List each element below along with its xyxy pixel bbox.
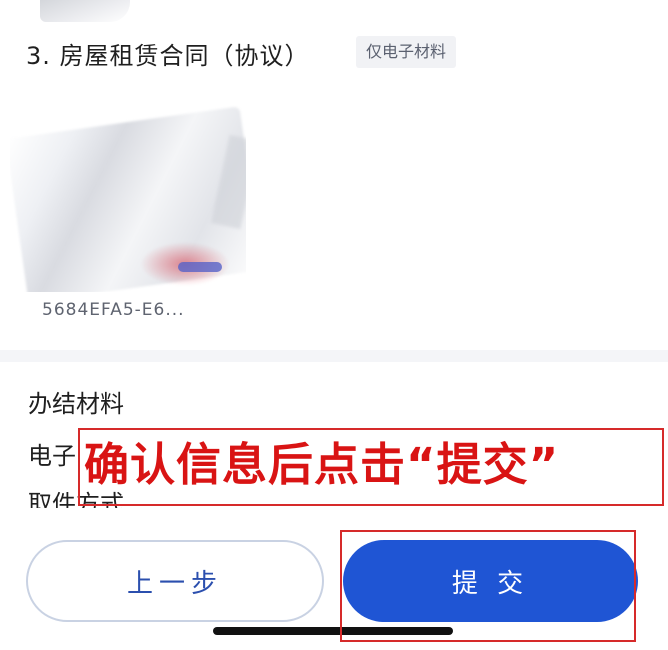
previous-step-button[interactable]: 上一步: [26, 540, 324, 622]
electronic-only-tag: 仅电子材料: [356, 36, 457, 68]
stamp-mark: [178, 262, 222, 272]
result-materials-title: 办结材料: [28, 390, 124, 418]
section-title: 3. 房屋租赁合同（协议）: [26, 42, 310, 70]
electronic-material-label: 电子: [28, 442, 76, 470]
annotation-submit-frame: [340, 530, 636, 642]
section-divider: [0, 350, 668, 362]
annotation-text: 确认信息后点击“提交”: [84, 438, 560, 491]
attachment-file-name: 5684EFA5-E6...: [42, 300, 185, 320]
previous-attachment-fragment: [40, 0, 130, 22]
attachment-thumbnail[interactable]: [10, 92, 246, 292]
